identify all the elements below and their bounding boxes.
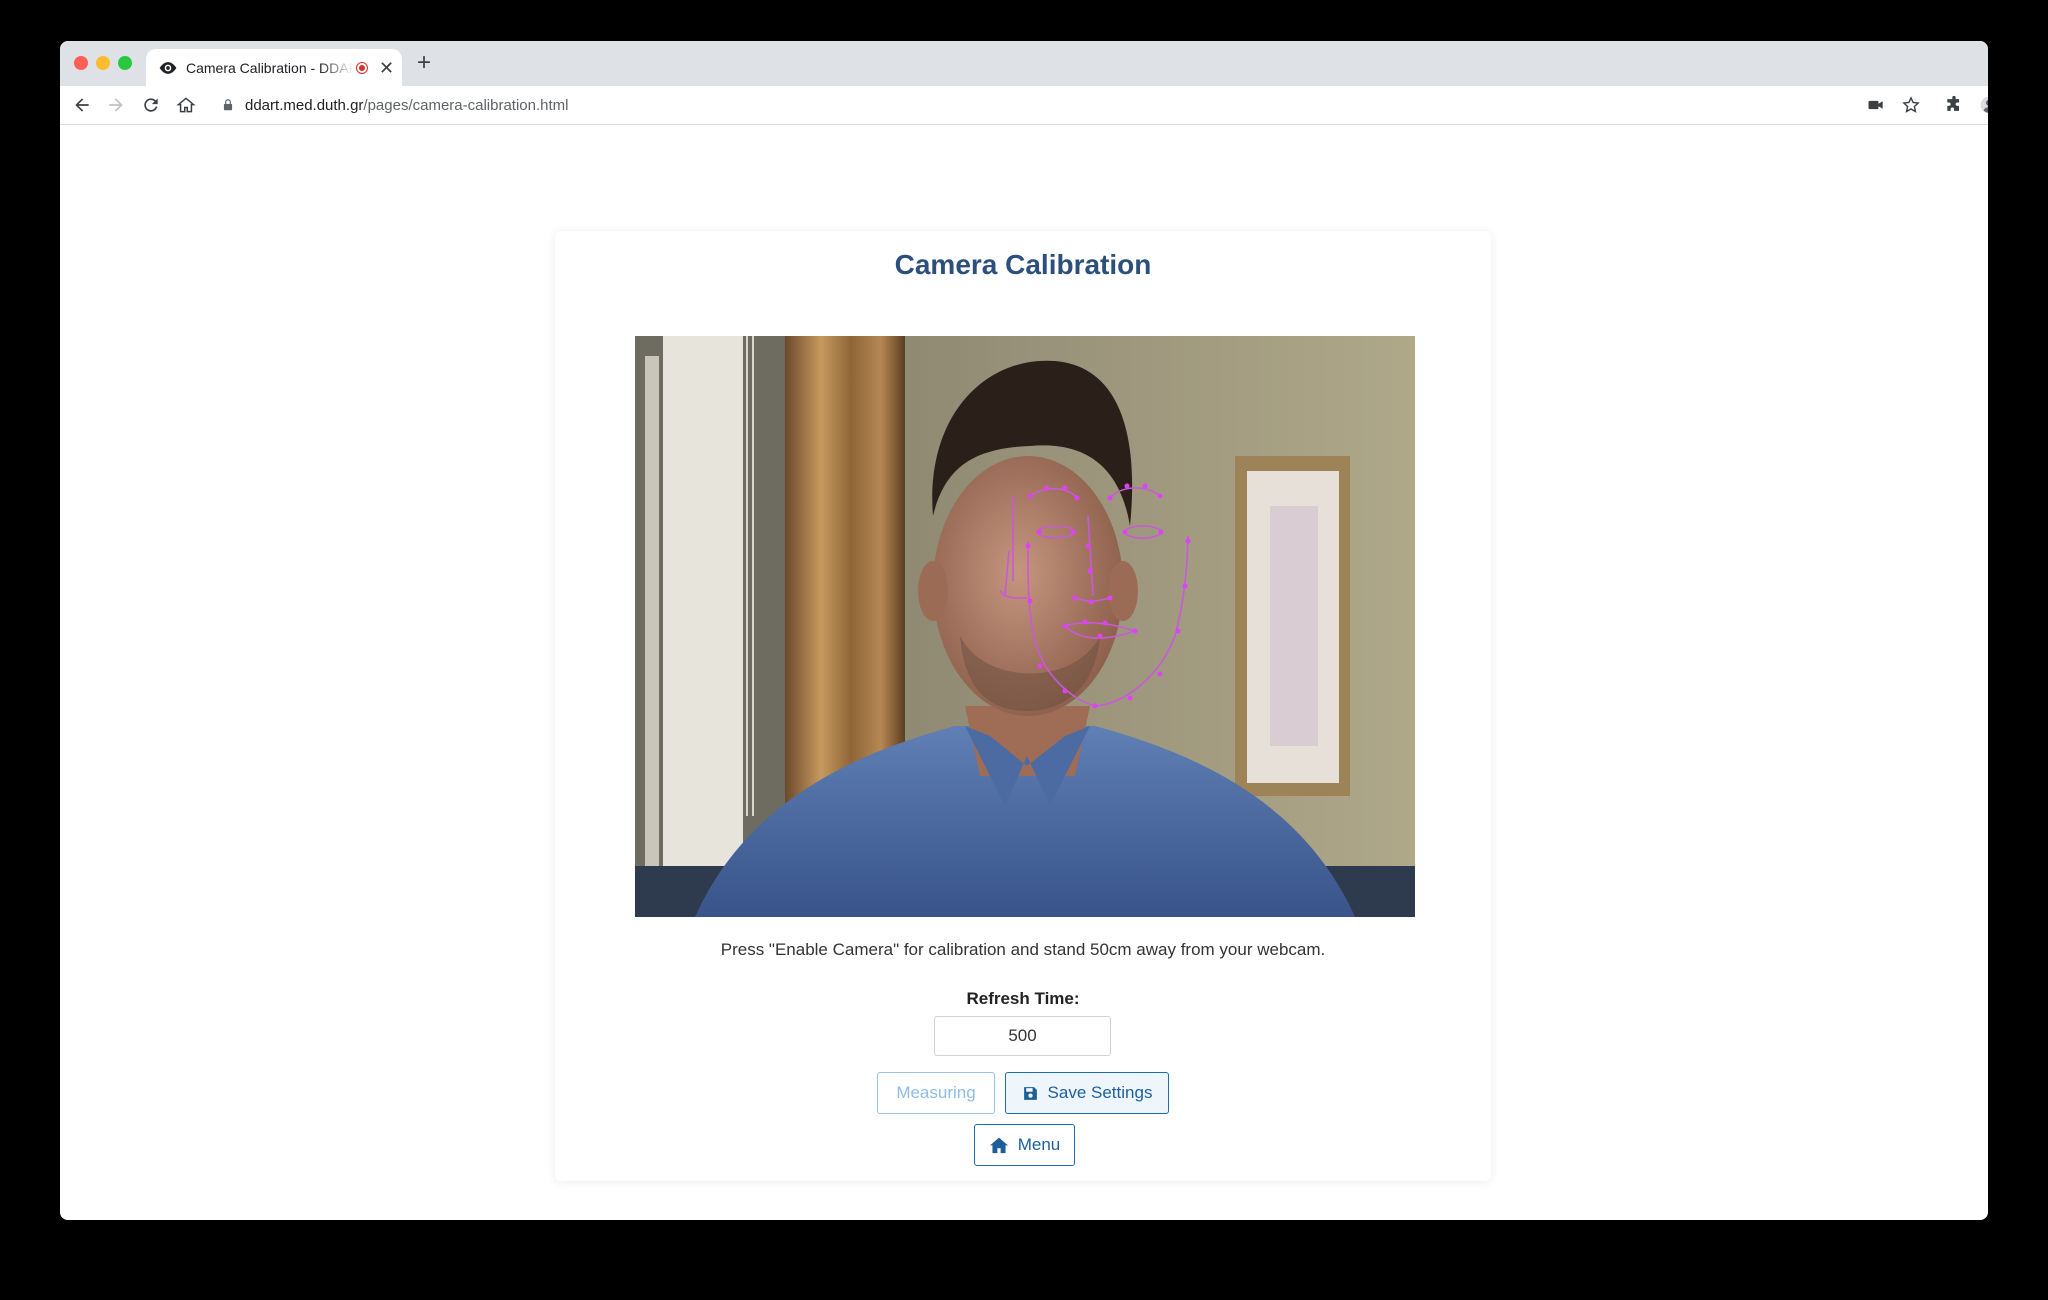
- browser-window: Camera Calibration - DDART ✕ + ddart.med…: [60, 41, 1988, 1220]
- camera-in-use-icon[interactable]: [1866, 95, 1886, 115]
- browser-toolbar: ddart.med.duth.gr/pages/camera-calibrati…: [60, 86, 1988, 125]
- home-icon[interactable]: [176, 95, 196, 115]
- page-title: Camera Calibration: [894, 249, 1152, 280]
- page-content: Camera Calibration Press "Enable Camera"…: [60, 125, 1988, 1220]
- tab-strip: Camera Calibration - DDART ✕ +: [60, 41, 1988, 86]
- extensions-puzzle-icon[interactable]: [1944, 95, 1964, 115]
- menu-button[interactable]: Menu: [974, 1124, 1075, 1166]
- recording-icon: [356, 61, 368, 74]
- maximize-window-button[interactable]: [118, 56, 132, 70]
- lock-icon: [223, 99, 233, 111]
- floppy-disk-icon: [1023, 1086, 1037, 1100]
- reload-icon[interactable]: [141, 95, 161, 115]
- minimize-window-button[interactable]: [96, 56, 110, 70]
- tab-camera-calibration[interactable]: Camera Calibration - DDART ✕: [146, 49, 402, 86]
- new-tab-button[interactable]: +: [417, 51, 431, 75]
- calibration-instruction: Press "Enable Camera" for calibration an…: [720, 940, 1326, 959]
- webcam-image: [635, 336, 1415, 917]
- forward-icon[interactable]: [106, 95, 126, 115]
- close-tab-icon[interactable]: ✕: [379, 59, 394, 77]
- calibration-card: Camera Calibration Press "Enable Camera"…: [555, 231, 1491, 1181]
- refresh-time-input[interactable]: [934, 1016, 1111, 1056]
- webcam-feed: [635, 336, 1415, 917]
- save-settings-label: Save Settings: [1047, 1083, 1153, 1102]
- back-icon[interactable]: [72, 95, 92, 115]
- url-text: ddart.med.duth.gr/pages/camera-calibrati…: [245, 97, 569, 114]
- url-domain: ddart.med.duth.gr: [245, 96, 364, 114]
- bookmark-star-icon[interactable]: [1901, 95, 1921, 115]
- address-bar[interactable]: ddart.med.duth.gr/pages/camera-calibrati…: [213, 90, 1843, 120]
- measuring-label: Measuring: [896, 1083, 976, 1102]
- refresh-time-label: Refresh Time:: [966, 989, 1080, 1008]
- url-path: /pages/camera-calibration.html: [363, 96, 569, 114]
- close-window-button[interactable]: [74, 56, 88, 70]
- home-icon: [989, 1137, 1008, 1154]
- eye-icon: [159, 61, 177, 74]
- save-settings-button[interactable]: Save Settings: [1005, 1072, 1169, 1114]
- menu-label: Menu: [1017, 1135, 1061, 1154]
- tab-title: Camera Calibration - DDART: [186, 59, 354, 76]
- measuring-button[interactable]: Measuring: [877, 1072, 995, 1114]
- profile-avatar-icon[interactable]: [1979, 95, 1988, 115]
